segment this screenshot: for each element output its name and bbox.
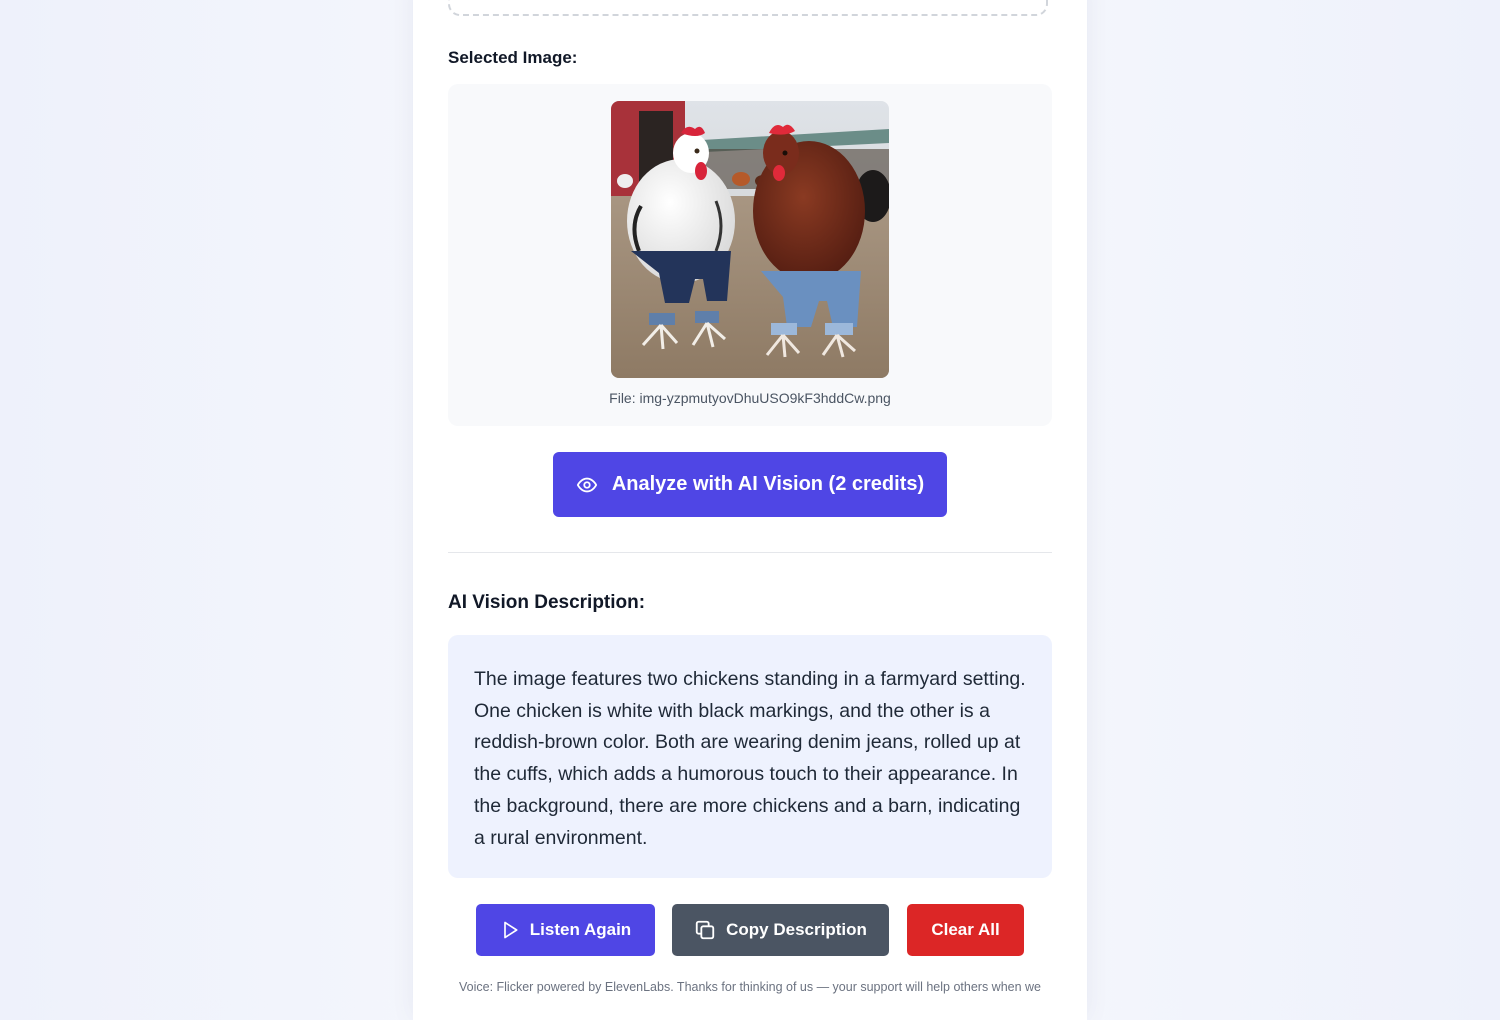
section-divider <box>448 552 1052 553</box>
copy-description-button[interactable]: Copy Description <box>672 904 889 956</box>
play-icon <box>500 920 520 940</box>
image-preview-panel: File: img-yzpmutyovDhuUSO9kF3hddCw.png <box>448 84 1052 426</box>
listen-again-label: Listen Again <box>529 920 632 939</box>
analyze-button-label: Analyze with AI Vision (2 credits) <box>611 473 925 495</box>
voice-credit-note: Voice: Flicker powered by ElevenLabs. Th… <box>458 980 1041 994</box>
copy-description-label: Copy Description <box>726 920 867 939</box>
description-text: The image features two chickens standing… <box>474 668 1026 849</box>
selected-image-preview <box>611 101 889 378</box>
listen-again-button[interactable]: Listen Again <box>476 904 655 956</box>
description-panel: The image features two chickens standing… <box>448 635 1052 878</box>
selected-image-label: Selected Image: <box>448 48 578 67</box>
upload-dropzone[interactable] <box>448 0 1048 16</box>
description-heading: AI Vision Description: <box>448 592 646 613</box>
clear-all-label: Clear All <box>931 920 1000 939</box>
main-card: Selected Image: File: img-yzpmutyovDhuUS… <box>413 0 1087 1020</box>
clear-all-button[interactable]: Clear All <box>907 904 1024 956</box>
analyze-button[interactable]: Analyze with AI Vision (2 credits) <box>553 452 947 517</box>
eye-icon <box>576 474 598 496</box>
copy-icon <box>694 919 716 941</box>
file-name-caption: File: img-yzpmutyovDhuUSO9kF3hddCw.png <box>609 390 891 406</box>
